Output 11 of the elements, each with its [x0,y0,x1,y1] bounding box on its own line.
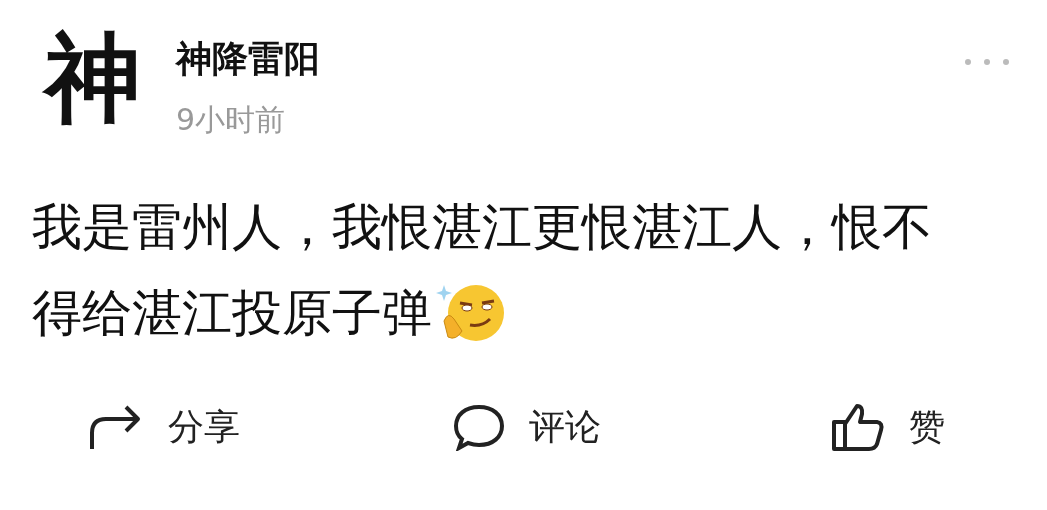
share-button[interactable]: 分享 [88,402,453,452]
comment-button[interactable]: 评论 [453,402,831,452]
more-icon[interactable] [963,56,1011,68]
post-time: 9小时前 [176,101,287,139]
comment-icon [453,403,505,451]
post-text-line: 我是雷州人，我恨湛江更恨湛江人，恨不 [32,197,932,258]
avatar[interactable]: 神 [38,24,148,134]
author-name[interactable]: 神降雷阳 [176,36,963,82]
post-text-line: 得给湛江投原子弹 [32,283,432,344]
like-button[interactable]: 赞 [831,402,945,452]
thumbs-up-icon [831,402,885,452]
